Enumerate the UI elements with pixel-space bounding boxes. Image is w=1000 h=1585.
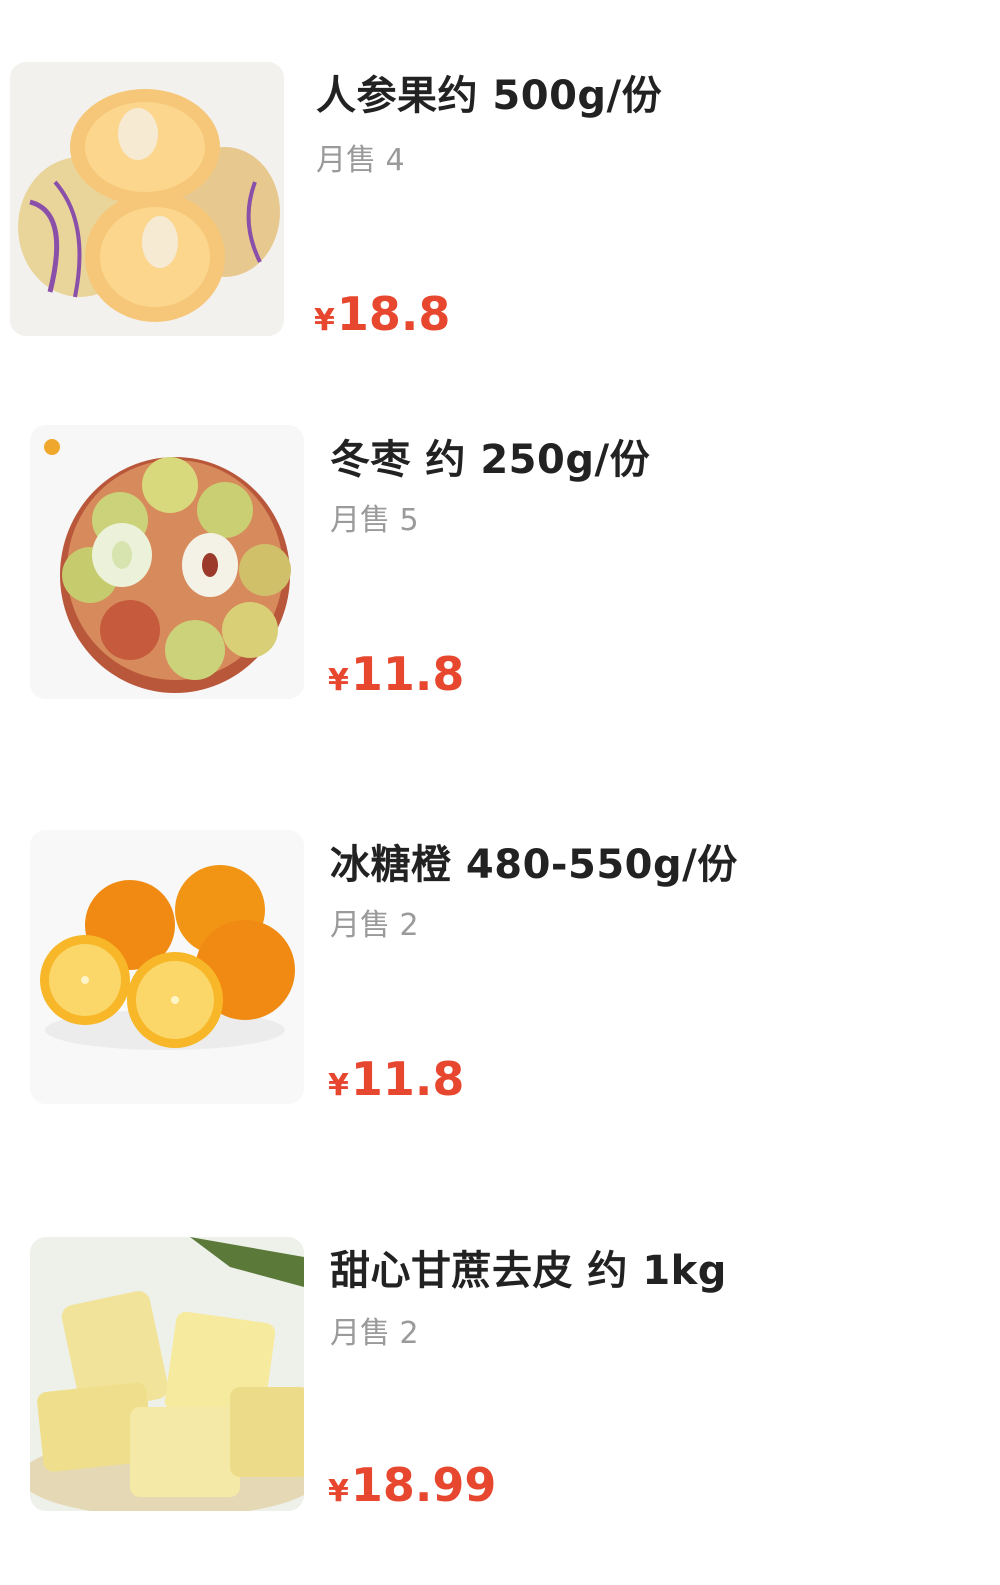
currency-symbol: ¥ bbox=[328, 663, 349, 698]
orange-image bbox=[30, 830, 304, 1104]
price-value: 11.8 bbox=[350, 1052, 465, 1106]
list-item[interactable]: 冰糖橙 480-550g/份 月售 2 ¥11.8 bbox=[0, 820, 1000, 1110]
price-value: 18.8 bbox=[336, 287, 451, 341]
product-image[interactable] bbox=[10, 62, 284, 336]
product-name: 冰糖橙 480-550g/份 bbox=[330, 842, 738, 888]
currency-symbol: ¥ bbox=[314, 303, 335, 338]
monthly-sales: 月售 2 bbox=[330, 1316, 419, 1351]
pepino-melon-image bbox=[10, 62, 284, 336]
list-item[interactable]: 冬枣 约 250g/份 月售 5 ¥11.8 bbox=[0, 415, 1000, 705]
product-price: ¥11.8 bbox=[328, 647, 464, 701]
price-value: 11.8 bbox=[350, 647, 465, 701]
currency-symbol: ¥ bbox=[328, 1474, 349, 1509]
currency-symbol: ¥ bbox=[328, 1068, 349, 1103]
monthly-sales: 月售 4 bbox=[316, 143, 405, 178]
product-name: 冬枣 约 250g/份 bbox=[330, 437, 651, 483]
product-image[interactable] bbox=[30, 425, 304, 699]
product-list: 人参果约 500g/份 月售 4 ¥18.8 冬枣 约 250g/份 月售 5 … bbox=[0, 0, 1000, 1585]
product-price: ¥11.8 bbox=[328, 1052, 464, 1106]
product-price: ¥18.8 bbox=[314, 287, 450, 341]
price-value: 18.99 bbox=[350, 1458, 497, 1512]
list-item[interactable]: 甜心甘蔗去皮 约 1kg 月售 2 ¥18.99 bbox=[0, 1230, 1000, 1520]
product-image[interactable] bbox=[30, 1237, 304, 1511]
peeled-sugarcane-image bbox=[30, 1237, 304, 1511]
product-price: ¥18.99 bbox=[328, 1458, 496, 1512]
list-item[interactable]: 人参果约 500g/份 月售 4 ¥18.8 bbox=[0, 55, 1000, 345]
product-image[interactable] bbox=[30, 830, 304, 1104]
product-name: 人参果约 500g/份 bbox=[316, 73, 663, 119]
product-name: 甜心甘蔗去皮 约 1kg bbox=[330, 1248, 727, 1294]
winter-jujube-image bbox=[30, 425, 304, 699]
monthly-sales: 月售 2 bbox=[330, 908, 419, 943]
monthly-sales: 月售 5 bbox=[330, 503, 419, 538]
